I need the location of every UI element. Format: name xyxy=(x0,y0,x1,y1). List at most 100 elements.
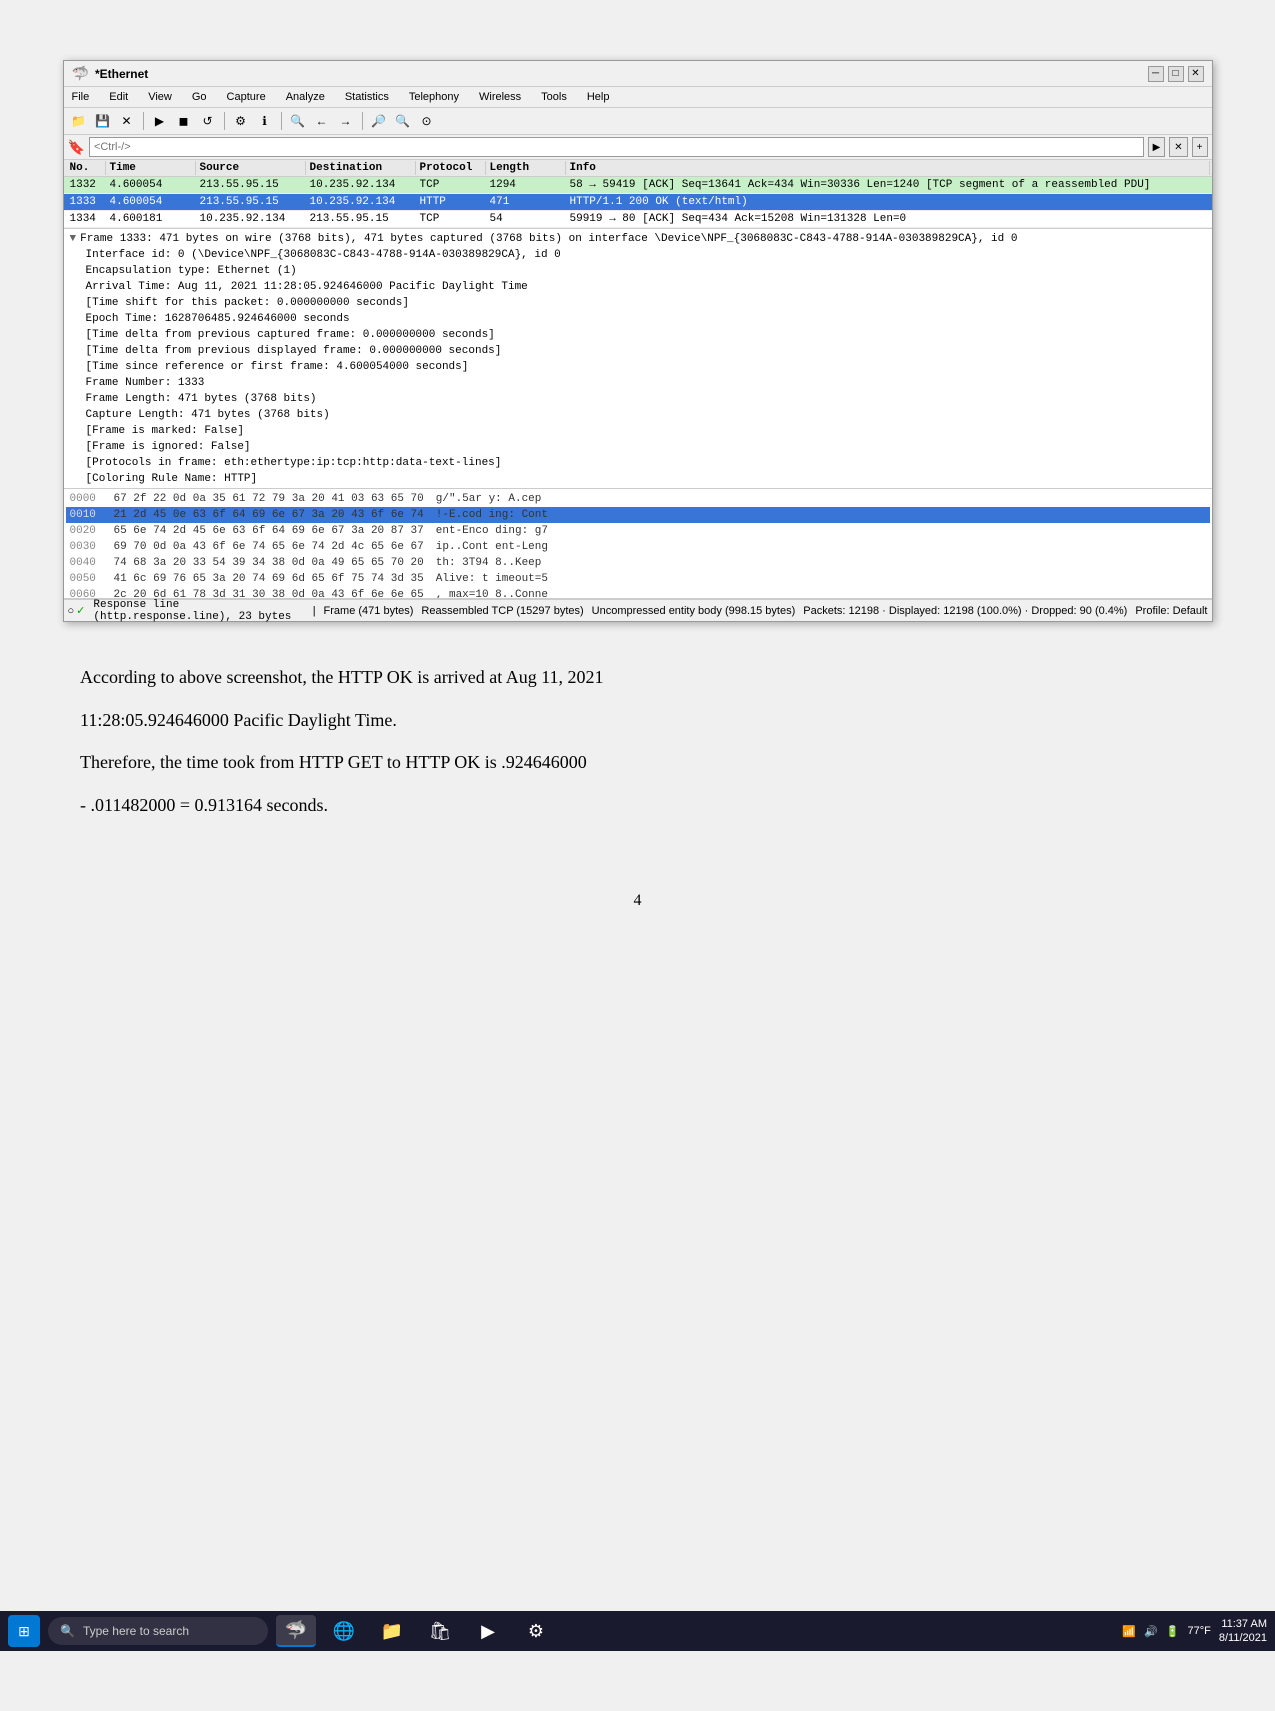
hex-dump: 0000 67 2f 22 0d 0a 35 61 72 79 3a 20 41… xyxy=(66,491,1210,596)
toolbar-zoom-in-btn[interactable]: 🔎 xyxy=(368,110,390,132)
cell-time: 4.600054 xyxy=(106,178,196,192)
detail-coloring-name: [Coloring Rule Name: HTTP] xyxy=(66,471,1210,487)
detail-frame[interactable]: ▼Frame 1333: 471 bytes on wire (3768 bit… xyxy=(66,231,1210,247)
cell-length: 471 xyxy=(486,195,566,209)
taskbar-item-browser[interactable]: 🌐 xyxy=(324,1615,364,1647)
hex-row: 0050 41 6c 69 76 65 3a 20 74 69 6d 65 6f… xyxy=(66,571,1210,587)
taskbar-date-text: 8/11/2021 xyxy=(1219,1631,1267,1645)
toolbar-stop-capture-btn[interactable]: ◼ xyxy=(173,110,195,132)
filter-add-btn[interactable]: + xyxy=(1192,137,1208,157)
taskbar-item-store[interactable]: 🛍 xyxy=(420,1615,460,1647)
table-row[interactable]: 1333 4.600054 213.55.95.15 10.235.92.134… xyxy=(64,194,1212,211)
col-no: No. xyxy=(66,161,106,175)
taskbar-datetime: 11:37 AM 8/11/2021 xyxy=(1219,1617,1267,1646)
para4-text: - .011482000 = 0.913164 seconds. xyxy=(80,795,328,815)
detail-pane: ▼Frame 1333: 471 bytes on wire (3768 bit… xyxy=(64,229,1212,489)
detail-frame-length: Frame Length: 471 bytes (3768 bits) xyxy=(66,391,1210,407)
toolbar-restart-btn[interactable]: ↺ xyxy=(197,110,219,132)
app-icon: 🦈 xyxy=(72,65,89,82)
filter-apply-btn[interactable]: ▶ xyxy=(1148,137,1166,157)
toolbar-find-btn[interactable]: 🔍 xyxy=(287,110,309,132)
menu-analyze[interactable]: Analyze xyxy=(282,89,329,105)
menu-file[interactable]: File xyxy=(68,89,94,105)
menu-edit[interactable]: Edit xyxy=(105,89,132,105)
taskbar-search[interactable]: 🔍 Type here to search xyxy=(48,1617,268,1645)
menu-go[interactable]: Go xyxy=(188,89,211,105)
cell-length: 54 xyxy=(486,212,566,226)
toolbar-info-btn[interactable]: ℹ xyxy=(254,110,276,132)
minimize-button[interactable]: ─ xyxy=(1148,66,1164,82)
cell-length: 1294 xyxy=(486,178,566,192)
status-separator: | xyxy=(313,605,316,617)
col-source: Source xyxy=(196,161,306,175)
packet-list: No. Time Source Destination Protocol Len… xyxy=(64,160,1212,229)
toolbar-prev-btn[interactable]: ← xyxy=(311,110,333,132)
toolbar-close-btn[interactable]: ✕ xyxy=(116,110,138,132)
toolbar-next-btn[interactable]: → xyxy=(335,110,357,132)
packet-list-header: No. Time Source Destination Protocol Len… xyxy=(64,160,1212,177)
taskbar-time-text: 11:37 AM xyxy=(1219,1617,1267,1631)
taskbar: ⊞ 🔍 Type here to search 🦈 🌐 📁 🛍 ▶ ⚙ 📶 🔊 … xyxy=(0,1611,1275,1651)
filter-input[interactable] xyxy=(89,137,1144,157)
taskbar-battery-icon: 🔋 xyxy=(1166,1625,1180,1638)
title-bar: 🦈 *Ethernet ─ □ ✕ xyxy=(64,61,1212,87)
detail-capture-length: Capture Length: 471 bytes (3768 bits) xyxy=(66,407,1210,423)
cell-protocol: TCP xyxy=(416,178,486,192)
cell-dest: 10.235.92.134 xyxy=(306,178,416,192)
toolbar-reset-zoom-btn[interactable]: ⊙ xyxy=(416,110,438,132)
menu-telephony[interactable]: Telephony xyxy=(405,89,463,105)
toolbar-options-btn[interactable]: ⚙ xyxy=(230,110,252,132)
table-row[interactable]: 1334 4.600181 10.235.92.134 213.55.95.15… xyxy=(64,211,1212,228)
start-button[interactable]: ⊞ xyxy=(8,1615,40,1647)
para1-text: According to above screenshot, the HTTP … xyxy=(80,667,604,687)
taskbar-item-explorer[interactable]: 📁 xyxy=(372,1615,412,1647)
close-button[interactable]: ✕ xyxy=(1188,66,1204,82)
taskbar-search-label: Type here to search xyxy=(83,1624,189,1638)
menu-wireless[interactable]: Wireless xyxy=(475,89,525,105)
window-controls: ─ □ ✕ xyxy=(1148,66,1204,82)
hex-row: 0040 74 68 3a 20 33 54 39 34 38 0d 0a 49… xyxy=(66,555,1210,571)
cell-time: 4.600054 xyxy=(106,195,196,209)
detail-time-shift: [Time shift for this packet: 0.000000000… xyxy=(66,295,1210,311)
content-section: According to above screenshot, the HTTP … xyxy=(0,622,1275,872)
cell-protocol: HTTP xyxy=(416,195,486,209)
toolbar-open-btn[interactable]: 📁 xyxy=(68,110,90,132)
menu-tools[interactable]: Tools xyxy=(537,89,571,105)
taskbar-sound-icon: 🔊 xyxy=(1144,1625,1158,1638)
filter-clear-btn[interactable]: ✕ xyxy=(1169,137,1187,157)
cell-info: 59919 → 80 [ACK] Seq=434 Ack=15208 Win=1… xyxy=(566,212,1210,226)
status-profile: Profile: Default xyxy=(1135,605,1207,617)
status-ready-icon: ○ xyxy=(68,605,75,617)
hex-row: 0030 69 70 0d 0a 43 6f 6e 74 65 6e 74 2d… xyxy=(66,539,1210,555)
status-reassembled: Reassembled TCP (15297 bytes) xyxy=(421,605,583,617)
menu-capture[interactable]: Capture xyxy=(223,89,270,105)
toolbar-zoom-out-btn[interactable]: 🔍 xyxy=(392,110,414,132)
detail-time-since-ref: [Time since reference or first frame: 4.… xyxy=(66,359,1210,375)
taskbar-item-settings[interactable]: ⚙ xyxy=(516,1615,556,1647)
detail-frame-marked: [Frame is marked: False] xyxy=(66,423,1210,439)
hex-row: 0020 65 6e 74 2d 45 6e 63 6f 64 69 6e 67… xyxy=(66,523,1210,539)
menu-statistics[interactable]: Statistics xyxy=(341,89,393,105)
cell-no: 1334 xyxy=(66,212,106,226)
status-bar: ○ ✓ Response line (http.response.line), … xyxy=(64,599,1212,621)
detail-encapsulation: Encapsulation type: Ethernet (1) xyxy=(66,263,1210,279)
hex-row: 0060 2c 20 6d 61 78 3d 31 30 38 0d 0a 43… xyxy=(66,587,1210,599)
menu-view[interactable]: View xyxy=(144,89,176,105)
status-packets: Packets: 12198 · Displayed: 12198 (100.0… xyxy=(803,605,1127,617)
menu-bar: File Edit View Go Capture Analyze Statis… xyxy=(64,87,1212,108)
maximize-button[interactable]: □ xyxy=(1168,66,1184,82)
table-row[interactable]: 1332 4.600054 213.55.95.15 10.235.92.134… xyxy=(64,177,1212,194)
taskbar-item-music[interactable]: ▶ xyxy=(468,1615,508,1647)
status-icons: ○ ✓ xyxy=(68,604,86,617)
menu-help[interactable]: Help xyxy=(583,89,614,105)
col-dest: Destination xyxy=(306,161,416,175)
title-bar-left: 🦈 *Ethernet xyxy=(72,65,149,82)
toolbar-save-btn[interactable]: 💾 xyxy=(92,110,114,132)
para3-text: Therefore, the time took from HTTP GET t… xyxy=(80,752,587,772)
content-paragraph-1: According to above screenshot, the HTTP … xyxy=(80,662,1195,693)
cell-dest: 10.235.92.134 xyxy=(306,195,416,209)
taskbar-item-wireshark[interactable]: 🦈 xyxy=(276,1615,316,1647)
toolbar-start-capture-btn[interactable]: ▶ xyxy=(149,110,171,132)
col-time: Time xyxy=(106,161,196,175)
page-number: 4 xyxy=(0,872,1275,950)
